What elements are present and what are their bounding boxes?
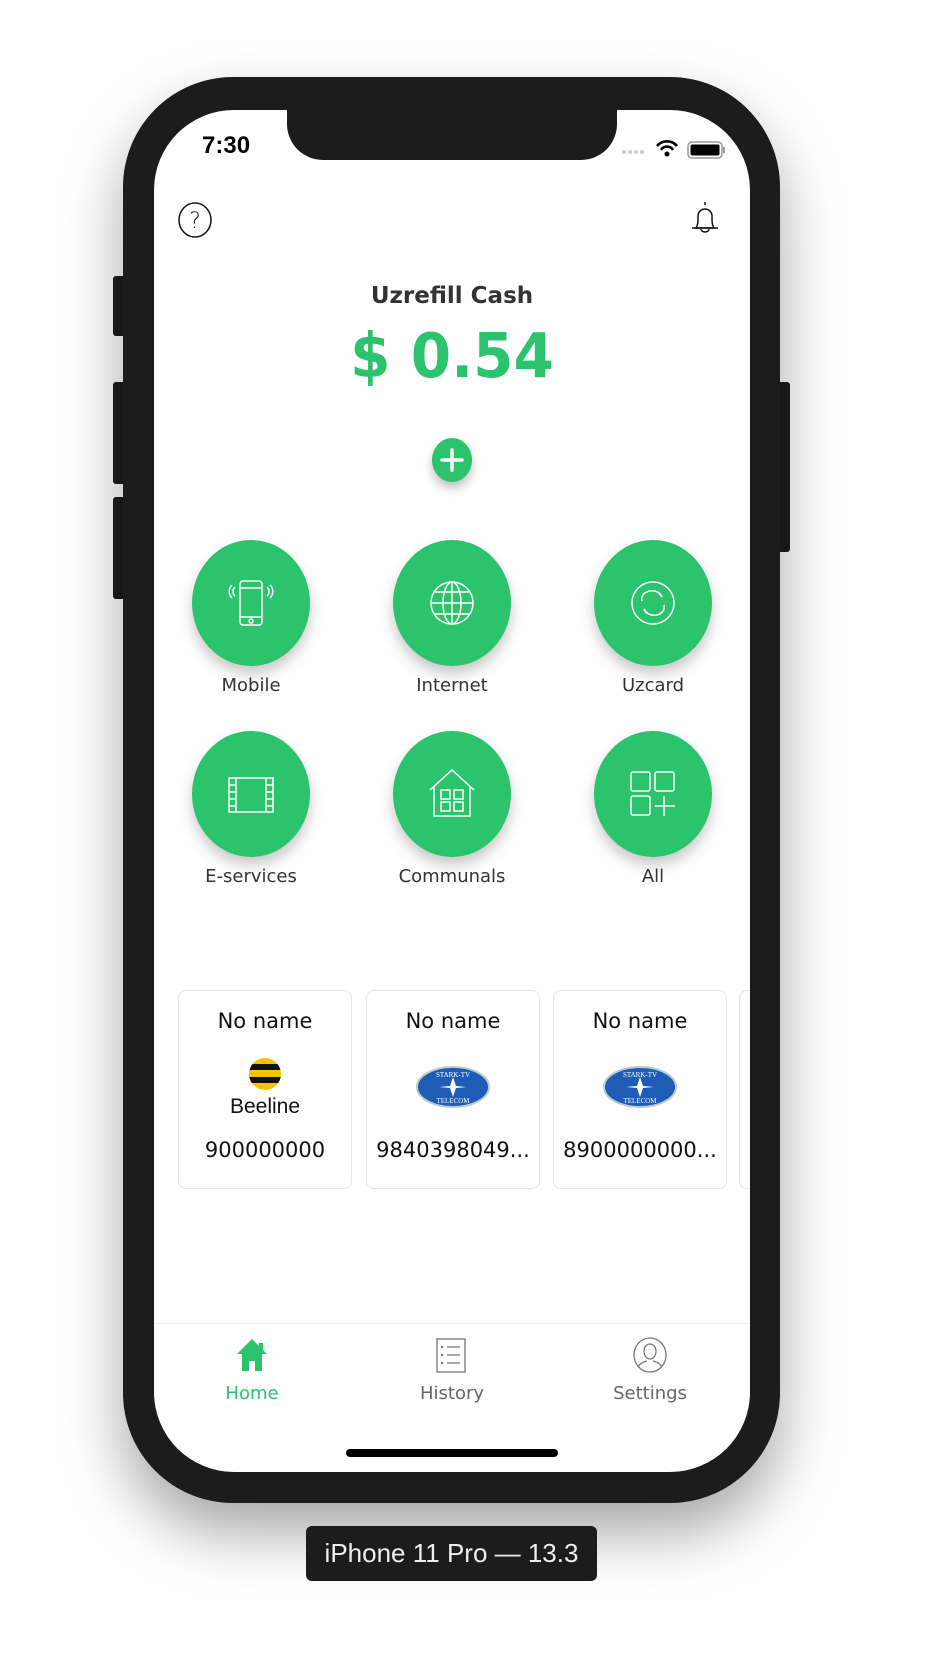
- status-time: 7:30: [202, 132, 251, 159]
- list-icon: [436, 1338, 466, 1373]
- card-number: 9840398049...: [376, 1138, 530, 1162]
- saved-card[interactable]: No name STARK-TV TELECOM 8900000000...: [553, 990, 727, 1189]
- status-icons: [622, 140, 725, 159]
- service-label: Communals: [398, 866, 506, 887]
- saved-card[interactable]: No name Beeline 900000000: [178, 990, 352, 1189]
- bell-icon[interactable]: [687, 198, 723, 238]
- screen: 7:30 ? Uzrefill Cash $ 0.54 Mobile Inter…: [154, 110, 750, 1472]
- saved-card[interactable]: No name STARK-TV TELECOM 9840398049...: [366, 990, 540, 1189]
- signal-icon: [622, 150, 644, 154]
- tab-settings[interactable]: Settings: [550, 1337, 750, 1404]
- battery-icon: [687, 141, 725, 159]
- globe-icon[interactable]: [393, 540, 511, 666]
- film-icon[interactable]: [192, 731, 310, 857]
- card-name: No name: [592, 1009, 688, 1033]
- tab-label: History: [419, 1383, 485, 1404]
- svg-text:TELECOM: TELECOM: [623, 1097, 657, 1105]
- service-all[interactable]: All: [594, 731, 712, 887]
- stark-tv-logo: STARK-TV TELECOM: [367, 1057, 539, 1117]
- svg-text:?: ?: [189, 209, 201, 234]
- tab-history[interactable]: History: [352, 1337, 552, 1404]
- card-name: No name: [405, 1009, 501, 1033]
- card-number: 8900000000...: [563, 1138, 717, 1162]
- tab-home[interactable]: Home: [154, 1337, 352, 1404]
- service-e-services[interactable]: E-services: [192, 731, 310, 887]
- mobile-phone-icon[interactable]: [192, 540, 310, 666]
- service-label: Mobile: [221, 675, 281, 696]
- add-funds-button[interactable]: [432, 438, 472, 482]
- saved-card-partial[interactable]: [739, 990, 750, 1189]
- home-indicator[interactable]: [346, 1449, 558, 1457]
- home-icon: [237, 1339, 267, 1371]
- plus-icon: [440, 448, 464, 472]
- service-mobile[interactable]: Mobile: [192, 540, 310, 696]
- exchange-icon[interactable]: [594, 540, 712, 666]
- card-number: 900000000: [204, 1138, 326, 1162]
- tab-bar-divider: [154, 1323, 750, 1324]
- user-icon: [633, 1337, 667, 1373]
- balance-amount: $ 0.54: [350, 319, 554, 393]
- service-label: Uzcard: [621, 675, 685, 696]
- tab-label: Home: [225, 1383, 279, 1404]
- service-internet[interactable]: Internet: [393, 540, 511, 696]
- svg-text:Beeline: Beeline: [230, 1095, 300, 1117]
- service-label: E-services: [205, 866, 297, 887]
- svg-text:TELECOM: TELECOM: [436, 1097, 470, 1105]
- beeline-logo: Beeline: [179, 1057, 351, 1117]
- wifi-icon: [656, 140, 678, 151]
- service-label: All: [641, 866, 665, 887]
- card-name: No name: [217, 1009, 313, 1033]
- grid-plus-icon[interactable]: [594, 731, 712, 857]
- balance-title: Uzrefill Cash: [370, 283, 534, 309]
- help-icon[interactable]: ?: [177, 201, 215, 241]
- stark-tv-logo: STARK-TV TELECOM: [554, 1057, 726, 1117]
- service-communals[interactable]: Communals: [393, 731, 511, 887]
- svg-text:STARK-TV: STARK-TV: [623, 1071, 657, 1079]
- tab-label: Settings: [613, 1383, 687, 1404]
- notch: [287, 110, 617, 160]
- service-uzcard[interactable]: Uzcard: [594, 540, 712, 696]
- device-label: iPhone 11 Pro — 13.3: [306, 1526, 597, 1581]
- service-label: Internet: [416, 675, 488, 696]
- svg-text:STARK-TV: STARK-TV: [436, 1071, 470, 1079]
- house-icon[interactable]: [393, 731, 511, 857]
